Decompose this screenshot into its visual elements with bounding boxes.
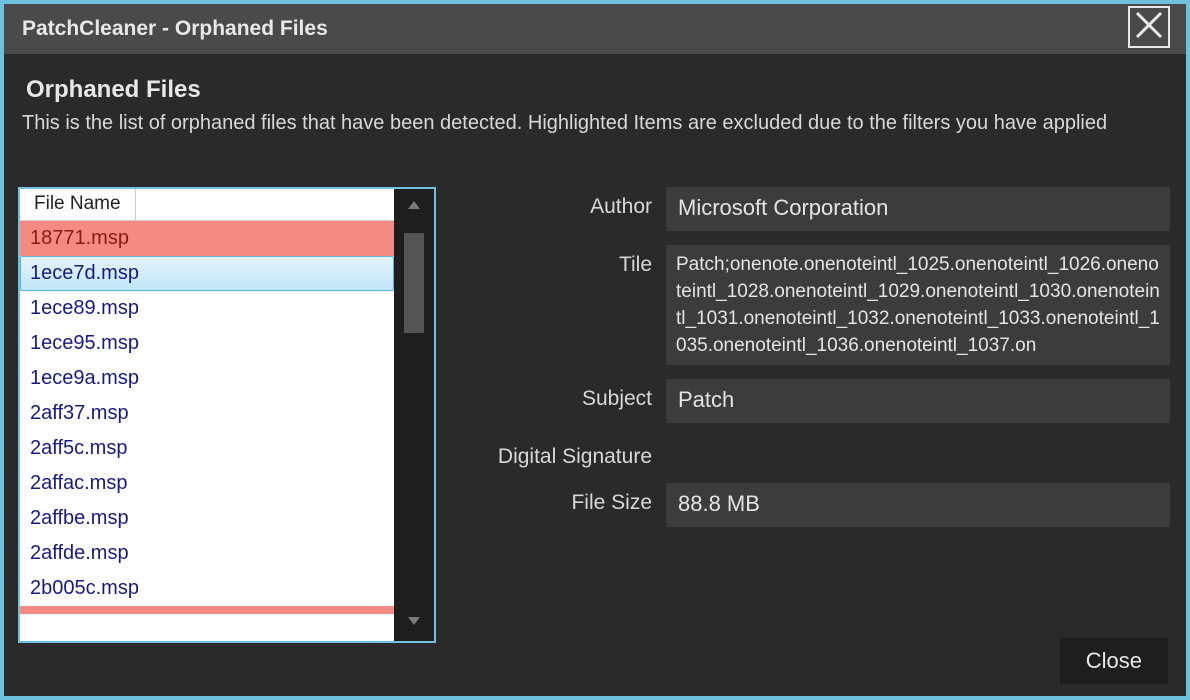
column-header-row: File Name [20, 189, 394, 221]
label-file-size: File Size [466, 483, 666, 515]
file-row[interactable]: 1ece9a.msp [20, 361, 394, 396]
window-title: PatchCleaner - Orphaned Files [22, 17, 1128, 41]
close-button[interactable]: Close [1060, 638, 1168, 684]
file-list-inner: File Name 18771.msp1ece7d.msp1ece89.msp1… [20, 189, 394, 641]
scrollbar-vertical[interactable] [394, 189, 434, 641]
footer: Close [1060, 638, 1168, 684]
chevron-down-icon [406, 614, 422, 632]
window-frame: PatchCleaner - Orphaned Files Orphaned F… [4, 4, 1186, 696]
column-header-spacer [136, 189, 394, 221]
details-panel: Author Microsoft Corporation Tile Patch;… [466, 187, 1170, 541]
file-row[interactable] [20, 606, 394, 614]
file-row[interactable]: 2aff37.msp [20, 396, 394, 431]
detail-row-file-size: File Size 88.8 MB [466, 483, 1170, 527]
value-subject: Patch [666, 379, 1170, 423]
value-digital-signature [666, 437, 1170, 445]
titlebar[interactable]: PatchCleaner - Orphaned Files [4, 4, 1186, 54]
label-author: Author [466, 187, 666, 219]
label-digital-signature: Digital Signature [466, 437, 666, 469]
file-row[interactable]: 2b005c.msp [20, 571, 394, 606]
scrollbar-up-button[interactable] [394, 193, 434, 221]
value-tile: Patch;onenote.onenoteintl_1025.onenotein… [666, 245, 1170, 365]
value-file-size: 88.8 MB [666, 483, 1170, 527]
file-row[interactable]: 18771.msp [20, 221, 394, 256]
file-list-panel: File Name 18771.msp1ece7d.msp1ece89.msp1… [18, 187, 436, 643]
close-icon [1134, 10, 1164, 45]
scrollbar-down-button[interactable] [394, 609, 434, 637]
file-rows: 18771.msp1ece7d.msp1ece89.msp1ece95.msp1… [20, 221, 394, 641]
file-row[interactable]: 1ece89.msp [20, 291, 394, 326]
label-subject: Subject [466, 379, 666, 411]
label-tile: Tile [466, 245, 666, 277]
chevron-up-icon [406, 198, 422, 216]
content-area: Orphaned Files This is the list of orpha… [4, 54, 1186, 696]
detail-row-author: Author Microsoft Corporation [466, 187, 1170, 231]
file-row[interactable]: 2affde.msp [20, 536, 394, 571]
main-row: File Name 18771.msp1ece7d.msp1ece89.msp1… [20, 187, 1170, 643]
file-row[interactable]: 2aff5c.msp [20, 431, 394, 466]
file-row[interactable]: 2affac.msp [20, 466, 394, 501]
scrollbar-thumb[interactable] [404, 233, 424, 333]
section-description: This is the list of orphaned files that … [20, 112, 1170, 135]
detail-row-tile: Tile Patch;onenote.onenoteintl_1025.onen… [466, 245, 1170, 365]
file-row[interactable]: 2affbe.msp [20, 501, 394, 536]
column-header-filename[interactable]: File Name [20, 189, 136, 221]
detail-row-digital-signature: Digital Signature [466, 437, 1170, 469]
window-close-button[interactable] [1128, 6, 1170, 48]
file-row[interactable]: 1ece95.msp [20, 326, 394, 361]
file-row[interactable]: 1ece7d.msp [20, 256, 394, 291]
detail-row-subject: Subject Patch [466, 379, 1170, 423]
value-author: Microsoft Corporation [666, 187, 1170, 231]
section-heading: Orphaned Files [20, 76, 1170, 104]
